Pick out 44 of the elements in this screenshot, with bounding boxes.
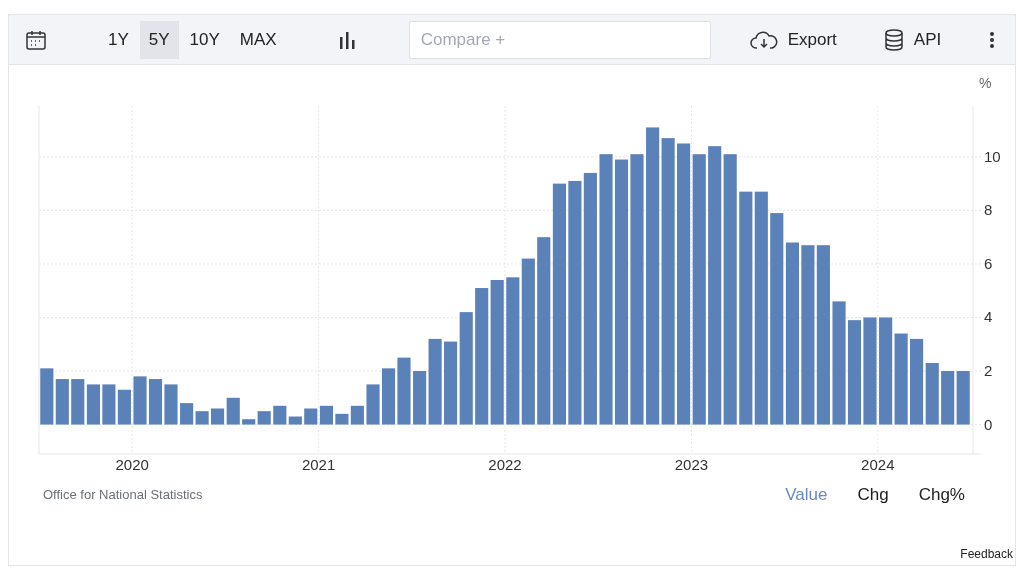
chart-bar — [133, 376, 147, 425]
y-axis-label: 2 — [984, 362, 993, 379]
chart-bar — [304, 408, 318, 425]
chart-bar — [148, 379, 163, 425]
source-text: Office for National Statistics — [43, 486, 203, 504]
chart-bar — [397, 357, 411, 425]
y-axis-label: 4 — [984, 308, 993, 326]
export-button[interactable]: Export — [748, 26, 837, 53]
x-axis-label: 2022 — [488, 456, 522, 473]
chart-bar — [319, 405, 333, 425]
chart-bar — [40, 368, 54, 425]
view-tab[interactable]: Chg% — [918, 482, 965, 508]
y-axis-label: 10 — [984, 147, 1001, 165]
y-axis-label: 8 — [984, 201, 993, 219]
chart-bar — [381, 368, 396, 425]
x-axis-label: 2023 — [674, 456, 709, 473]
chart-bar — [71, 379, 85, 425]
range-tab[interactable]: 10Y — [180, 20, 229, 59]
range-tab[interactable]: 5Y — [139, 20, 179, 59]
api-button[interactable]: API — [882, 26, 942, 53]
chart-bar — [55, 379, 69, 425]
calendar-icon[interactable] — [25, 28, 47, 51]
database-icon — [882, 27, 905, 52]
range-tab[interactable]: 1Y — [99, 20, 138, 59]
x-axis-label: 2020 — [115, 456, 149, 473]
x-axis-label: 2021 — [301, 456, 336, 473]
range-tab[interactable]: MAX — [230, 20, 286, 59]
view-tab[interactable]: Chg — [857, 482, 889, 508]
chart-bar — [956, 371, 970, 425]
feedback-link[interactable]: Feedback — [960, 545, 1013, 563]
bar-chart-icon[interactable] — [337, 30, 356, 49]
chart-bar — [86, 384, 100, 425]
chart-bar — [366, 384, 380, 425]
chart-bar — [102, 384, 116, 425]
chart-bar — [164, 384, 178, 425]
y-axis-label: 0 — [984, 415, 993, 433]
x-axis-label: 2024 — [861, 456, 895, 473]
compare-field[interactable]: Compare + — [408, 20, 711, 59]
more-options-icon[interactable] — [989, 30, 995, 49]
chart-bar — [117, 389, 131, 425]
chart-bar — [925, 363, 939, 425]
y-axis-unit: % — [979, 75, 992, 91]
y-axis-label: 6 — [984, 254, 993, 272]
chart-bar — [941, 371, 955, 425]
